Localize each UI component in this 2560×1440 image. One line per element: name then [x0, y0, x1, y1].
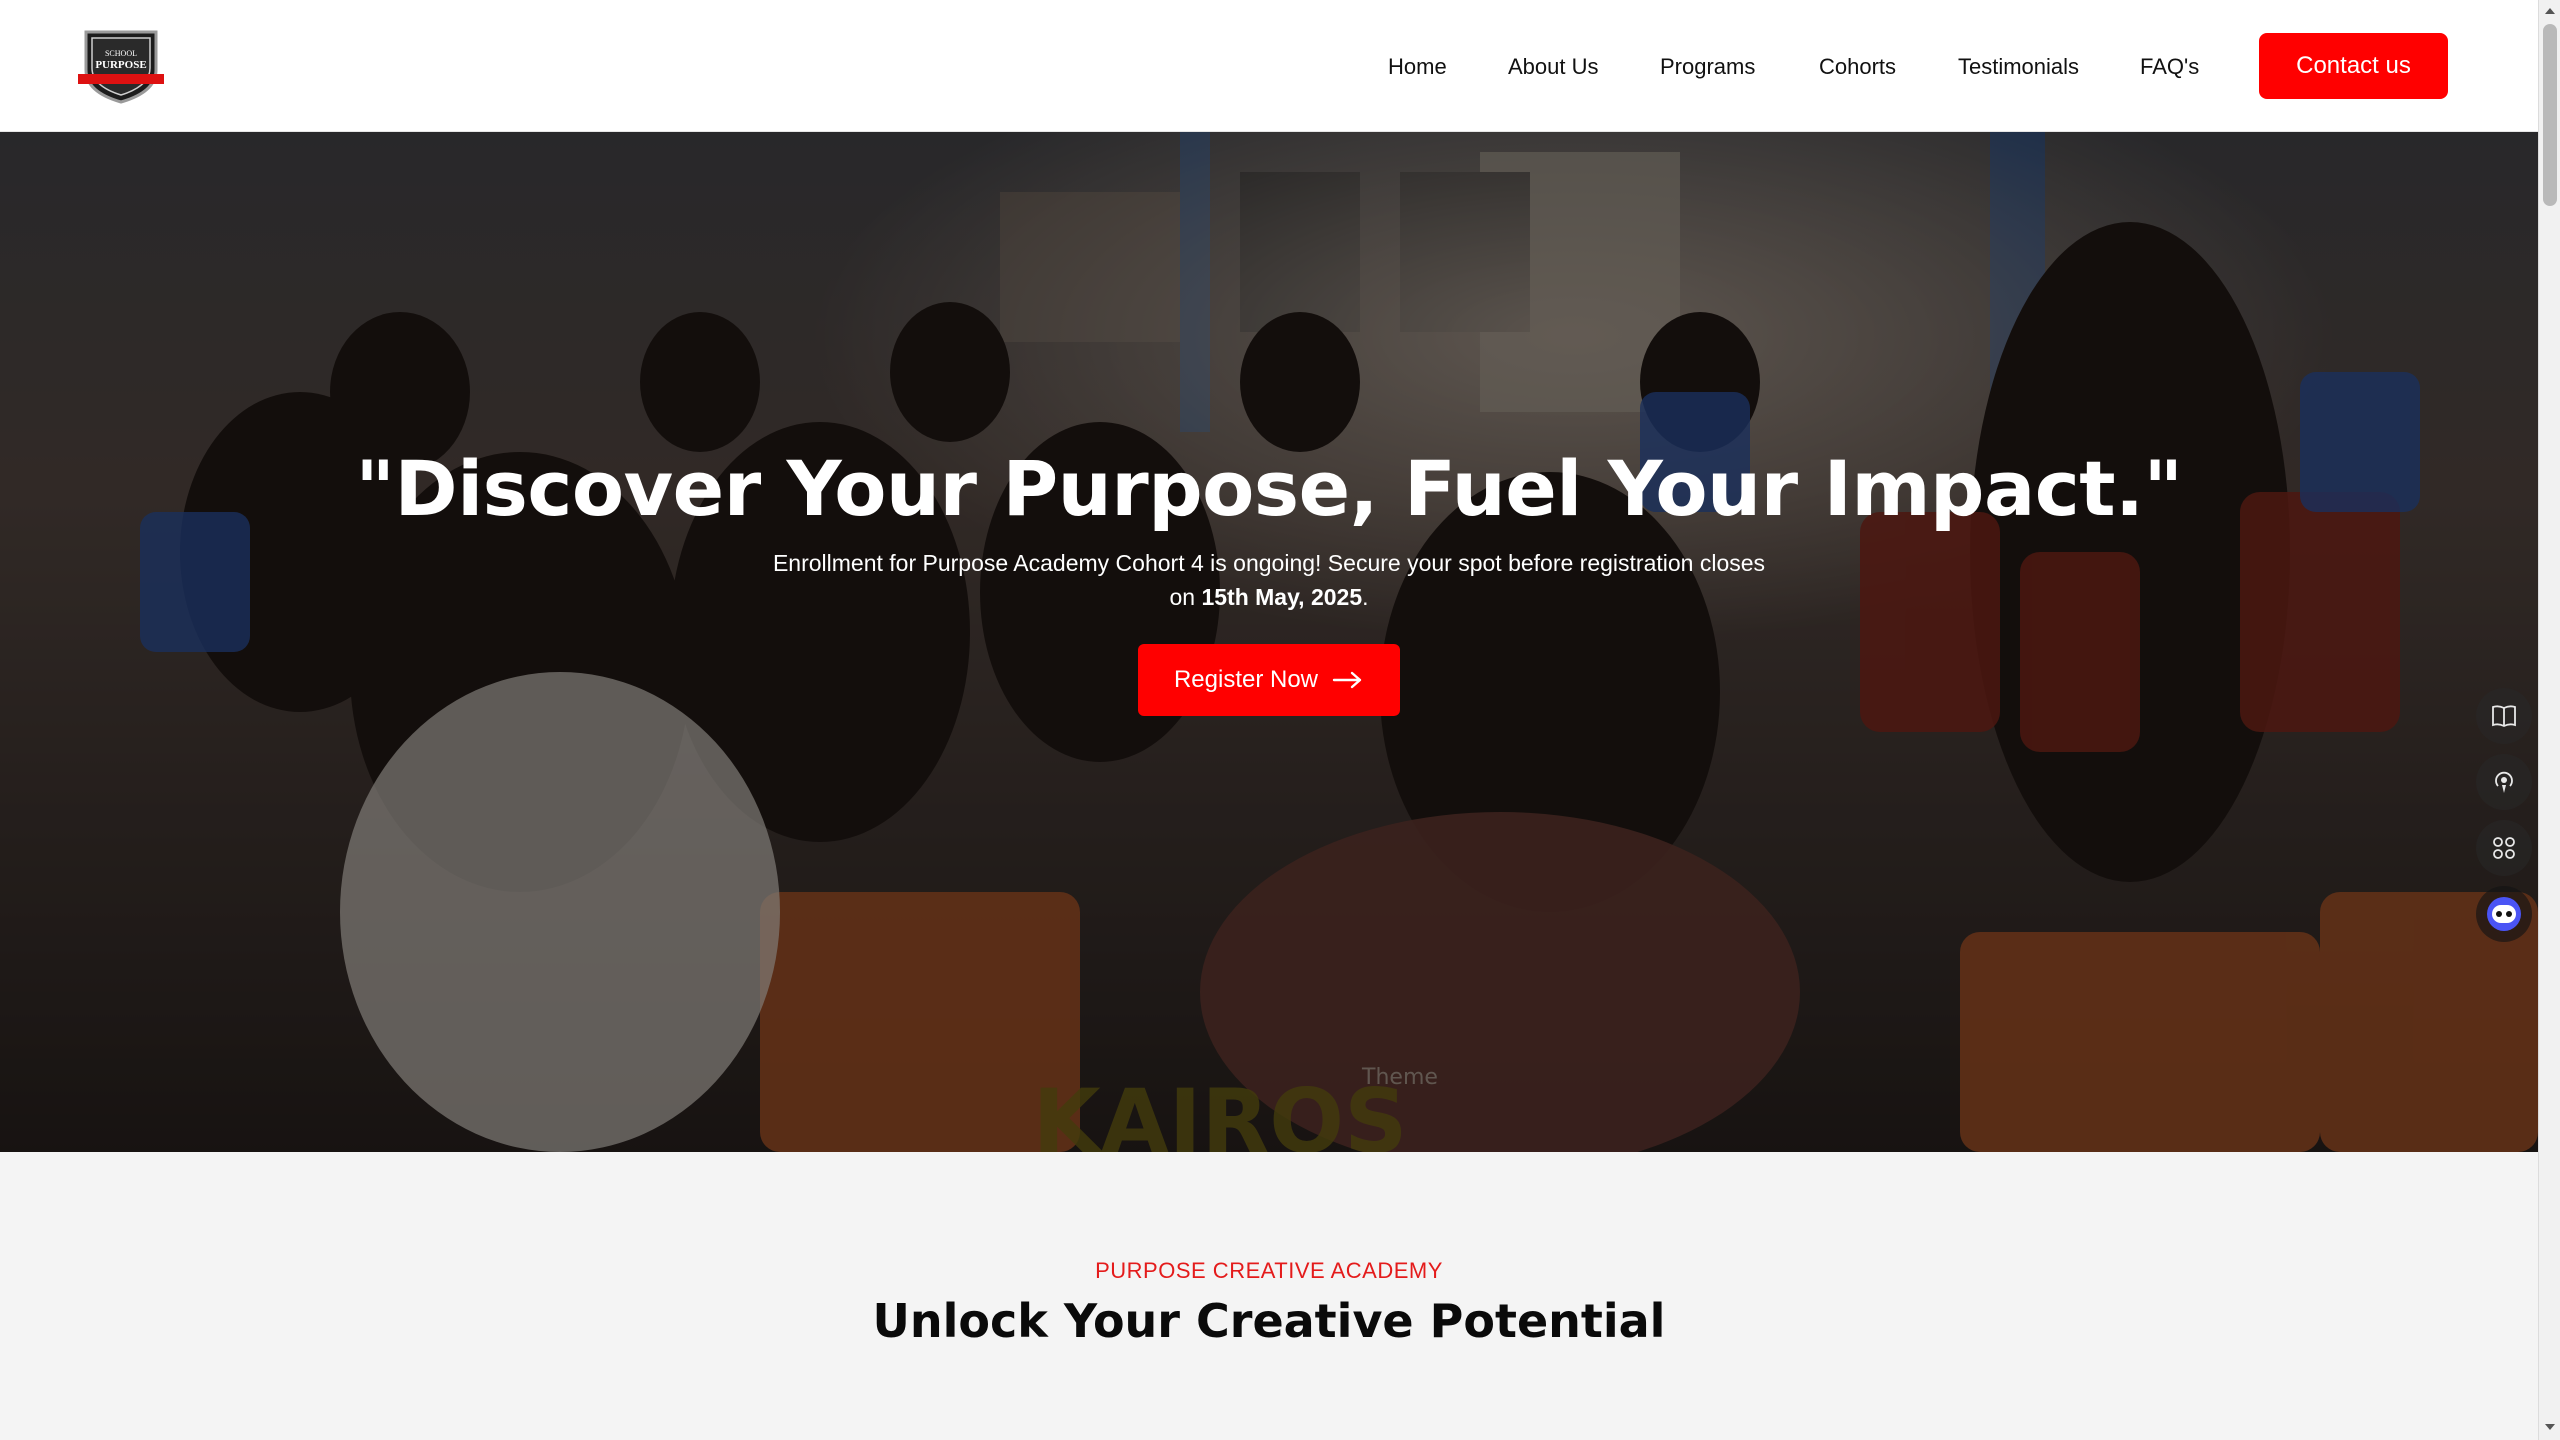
arrow-right-icon — [1332, 671, 1362, 689]
nav-home[interactable]: Home — [1388, 54, 1447, 80]
podcast-icon[interactable] — [2476, 754, 2532, 810]
page: SCHOOL PURPOSE Home About Us Programs Co… — [0, 0, 2560, 1440]
school-of-purpose-logo[interactable]: SCHOOL PURPOSE — [76, 26, 166, 104]
chat-bot-icon[interactable] — [2476, 886, 2532, 942]
nav-cohorts[interactable]: Cohorts — [1819, 54, 1896, 80]
contact-us-button[interactable]: Contact us — [2259, 33, 2448, 99]
nav-testimonials[interactable]: Testimonials — [1958, 54, 2079, 80]
page-scrollbar[interactable] — [2538, 0, 2560, 1440]
creative-academy-section: PURPOSE CREATIVE ACADEMY Unlock Your Cre… — [0, 1152, 2538, 1440]
section-eyebrow: PURPOSE CREATIVE ACADEMY — [1095, 1258, 1443, 1283]
logo-shield-icon: SCHOOL PURPOSE — [78, 30, 164, 104]
scroll-down-arrow-icon[interactable] — [2543, 1420, 2557, 1434]
hero-subtitle-date: 15th May, 2025 — [1201, 584, 1363, 610]
register-now-label: Register Now — [1173, 666, 1319, 693]
scroll-up-arrow-icon[interactable] — [2543, 4, 2557, 18]
hero-section: KAIROS Theme "Discover Your Purpose, Fue… — [0, 132, 2538, 1152]
hero-subtitle-prefix: on — [1169, 584, 1202, 610]
svg-text:SCHOOL: SCHOOL — [105, 49, 137, 58]
hero-subtitle: Enrollment for Purpose Academy Cohort 4 … — [739, 546, 1799, 614]
book-icon[interactable] — [2476, 688, 2532, 744]
scrollbar-thumb[interactable] — [2543, 24, 2557, 206]
hero-title: "Discover Your Purpose, Fuel Your Impact… — [355, 444, 2183, 533]
register-now-button[interactable]: Register Now — [1138, 644, 1400, 716]
hero-dark-overlay — [0, 132, 2538, 1152]
apps-icon[interactable] — [2476, 820, 2532, 876]
section-title: Unlock Your Creative Potential — [872, 1294, 1666, 1348]
svg-text:PURPOSE: PURPOSE — [95, 59, 146, 71]
site-header: SCHOOL PURPOSE Home About Us Programs Co… — [0, 0, 2538, 132]
hero-subtitle-line1: Enrollment for Purpose Academy Cohort 4 … — [772, 550, 1766, 576]
nav-about-us[interactable]: About Us — [1508, 54, 1599, 80]
nav-programs[interactable]: Programs — [1660, 54, 1755, 80]
nav-faqs[interactable]: FAQ's — [2140, 54, 2199, 80]
hero-subtitle-suffix: . — [1362, 584, 1369, 610]
